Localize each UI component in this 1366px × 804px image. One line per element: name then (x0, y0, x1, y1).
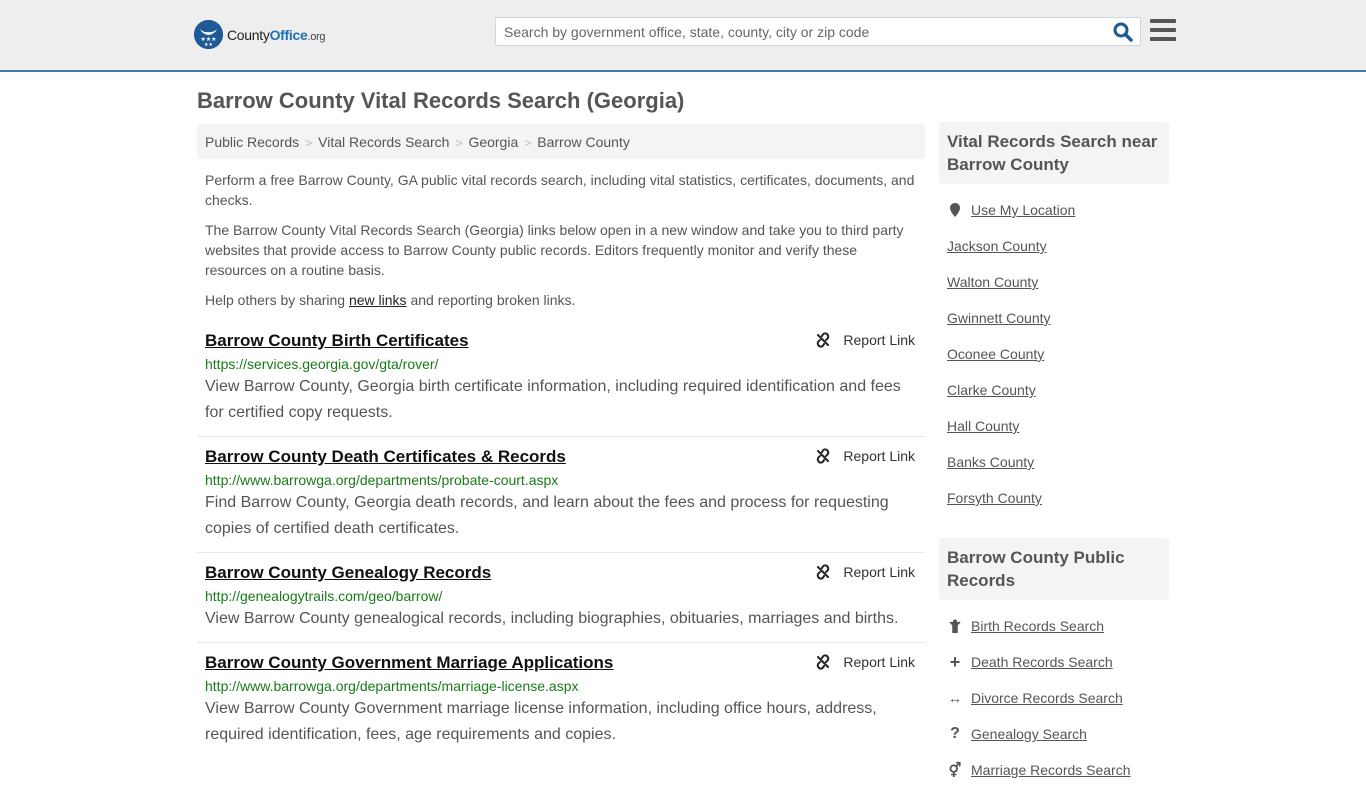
county-link-walton[interactable]: Walton County (947, 272, 1038, 292)
report-link-label: Report Link (843, 564, 915, 580)
results-list: Barrow County Birth Certificates Report … (197, 327, 925, 764)
nearby-county-item: Forsyth County (947, 488, 1161, 508)
result-url: http://www.barrowga.org/departments/prob… (205, 472, 559, 488)
public-record-item: ? Genealogy Search (947, 724, 1161, 744)
search-input[interactable] (496, 18, 1096, 45)
public-record-item: Birth Records Search (947, 616, 1161, 636)
use-location-item: Use My Location (947, 200, 1161, 220)
intro-paragraph: Perform a free Barrow County, GA public … (205, 172, 915, 208)
nearby-county-item: Hall County (947, 416, 1161, 436)
nearby-list: Use My Location Jackson County Walton Co… (939, 184, 1169, 532)
logo-county: County (227, 26, 270, 43)
broken-link-icon (817, 564, 830, 580)
public-record-item: ↔ Divorce Records Search (947, 688, 1161, 708)
nearby-county-item: Jackson County (947, 236, 1161, 256)
share-text: Help others by sharing (205, 292, 349, 308)
result-item: Barrow County Genealogy Records Report L… (197, 559, 925, 643)
birth-records-link[interactable]: Birth Records Search (971, 616, 1104, 636)
search-icon (1113, 22, 1133, 42)
broken-link-icon (817, 654, 830, 670)
logo-tld: .org (307, 30, 326, 43)
logo-office: Office (269, 26, 308, 43)
county-link-banks[interactable]: Banks County (947, 452, 1034, 472)
new-links-link[interactable]: new links (349, 292, 407, 308)
hamburger-icon (1150, 19, 1176, 41)
report-link-label: Report Link (843, 654, 915, 670)
breadcrumb-separator: > (455, 136, 463, 150)
report-link-button[interactable]: Report Link (815, 564, 915, 580)
site-header: ★★★ ★★ CountyOffice.org (0, 0, 1366, 72)
result-title-link[interactable]: Barrow County Birth Certificates (205, 330, 469, 352)
result-title-link[interactable]: Barrow County Genealogy Records (205, 562, 491, 584)
breadcrumb-georgia[interactable]: Georgia (468, 134, 518, 150)
svg-text:★★: ★★ (204, 42, 213, 48)
broken-link-icon (817, 332, 830, 348)
map-marker-icon (947, 203, 963, 217)
report-link-button[interactable]: Report Link (815, 332, 915, 348)
nearby-county-item: Gwinnett County (947, 308, 1161, 328)
nearby-county-item: Clarke County (947, 380, 1161, 400)
share-links-paragraph: Help others by sharing new links and rep… (205, 290, 920, 310)
nearby-county-item: Oconee County (947, 344, 1161, 364)
public-records-heading: Barrow County Public Records (939, 538, 1169, 600)
result-item: Barrow County Government Marriage Applic… (197, 649, 925, 758)
search-bar (495, 17, 1141, 46)
child-icon (947, 619, 963, 633)
intro-text: Perform a free Barrow County, GA public … (205, 170, 920, 320)
public-records-list: Birth Records Search + Death Records Sea… (939, 600, 1169, 804)
report-link-button[interactable]: Report Link (815, 448, 915, 464)
result-url: http://genealogytrails.com/geo/barrow/ (205, 588, 443, 604)
result-url: http://www.barrowga.org/departments/marr… (205, 678, 579, 694)
broken-link-icon (817, 448, 830, 464)
mars-venus-icon: ⚥ (948, 762, 962, 778)
marriage-records-link[interactable]: Marriage Records Search (971, 760, 1131, 780)
search-button[interactable] (1112, 21, 1134, 43)
result-item: Barrow County Death Certificates & Recor… (197, 443, 925, 553)
county-link-jackson[interactable]: Jackson County (947, 236, 1047, 256)
nearby-heading: Vital Records Search near Barrow County (939, 122, 1169, 184)
result-item: Barrow County Birth Certificates Report … (197, 327, 925, 437)
public-record-item: ⚥ Marriage Records Search (947, 760, 1161, 780)
breadcrumb-vital-records[interactable]: Vital Records Search (318, 134, 449, 150)
result-url: https://services.georgia.gov/gta/rover/ (205, 356, 439, 372)
report-link-label: Report Link (843, 448, 915, 464)
genealogy-search-link[interactable]: Genealogy Search (971, 724, 1087, 744)
breadcrumb-separator: > (524, 136, 532, 150)
result-description: View Barrow County, Georgia birth certif… (205, 378, 901, 421)
plus-icon: + (949, 652, 961, 672)
result-description: View Barrow County genealogical records,… (205, 610, 899, 627)
breadcrumb-public-records[interactable]: Public Records (205, 134, 299, 150)
public-record-item: + Death Records Search (947, 652, 1161, 672)
death-records-link[interactable]: Death Records Search (971, 652, 1113, 672)
county-link-forsyth[interactable]: Forsyth County (947, 488, 1042, 508)
county-link-gwinnett[interactable]: Gwinnett County (947, 308, 1051, 328)
county-link-hall[interactable]: Hall County (947, 416, 1019, 436)
sidebar: Vital Records Search near Barrow County … (939, 122, 1169, 804)
page-title: Barrow County Vital Records Search (Geor… (197, 88, 685, 113)
county-link-oconee[interactable]: Oconee County (947, 344, 1044, 364)
breadcrumb-separator: > (305, 136, 313, 150)
menu-button[interactable] (1150, 19, 1176, 41)
result-title-link[interactable]: Barrow County Government Marriage Applic… (205, 652, 613, 674)
eagle-badge-icon: ★★★ ★★ (194, 20, 223, 49)
breadcrumb: Public Records > Vital Records Search > Geor… (197, 124, 925, 159)
county-link-clarke[interactable]: Clarke County (947, 380, 1036, 400)
result-description: View Barrow County Government marriage l… (205, 700, 877, 743)
logo-wordmark: CountyOffice.org (227, 26, 326, 43)
use-my-location-link[interactable]: Use My Location (971, 200, 1075, 220)
arrows-horizontal-icon: ↔ (948, 690, 962, 706)
intro-paragraph: The Barrow County Vital Records Search (… (205, 222, 904, 278)
breadcrumb-barrow-county[interactable]: Barrow County (537, 134, 630, 150)
nearby-county-item: Walton County (947, 272, 1161, 292)
result-description: Find Barrow County, Georgia death record… (205, 494, 889, 537)
question-icon: ? (950, 725, 960, 742)
site-logo[interactable]: ★★★ ★★ CountyOffice.org (194, 20, 326, 49)
divorce-records-link[interactable]: Divorce Records Search (971, 688, 1123, 708)
report-link-button[interactable]: Report Link (815, 654, 915, 670)
share-text: and reporting broken links. (406, 292, 576, 308)
nearby-county-item: Banks County (947, 452, 1161, 472)
result-title-link[interactable]: Barrow County Death Certificates & Recor… (205, 446, 566, 468)
report-link-label: Report Link (843, 332, 915, 348)
